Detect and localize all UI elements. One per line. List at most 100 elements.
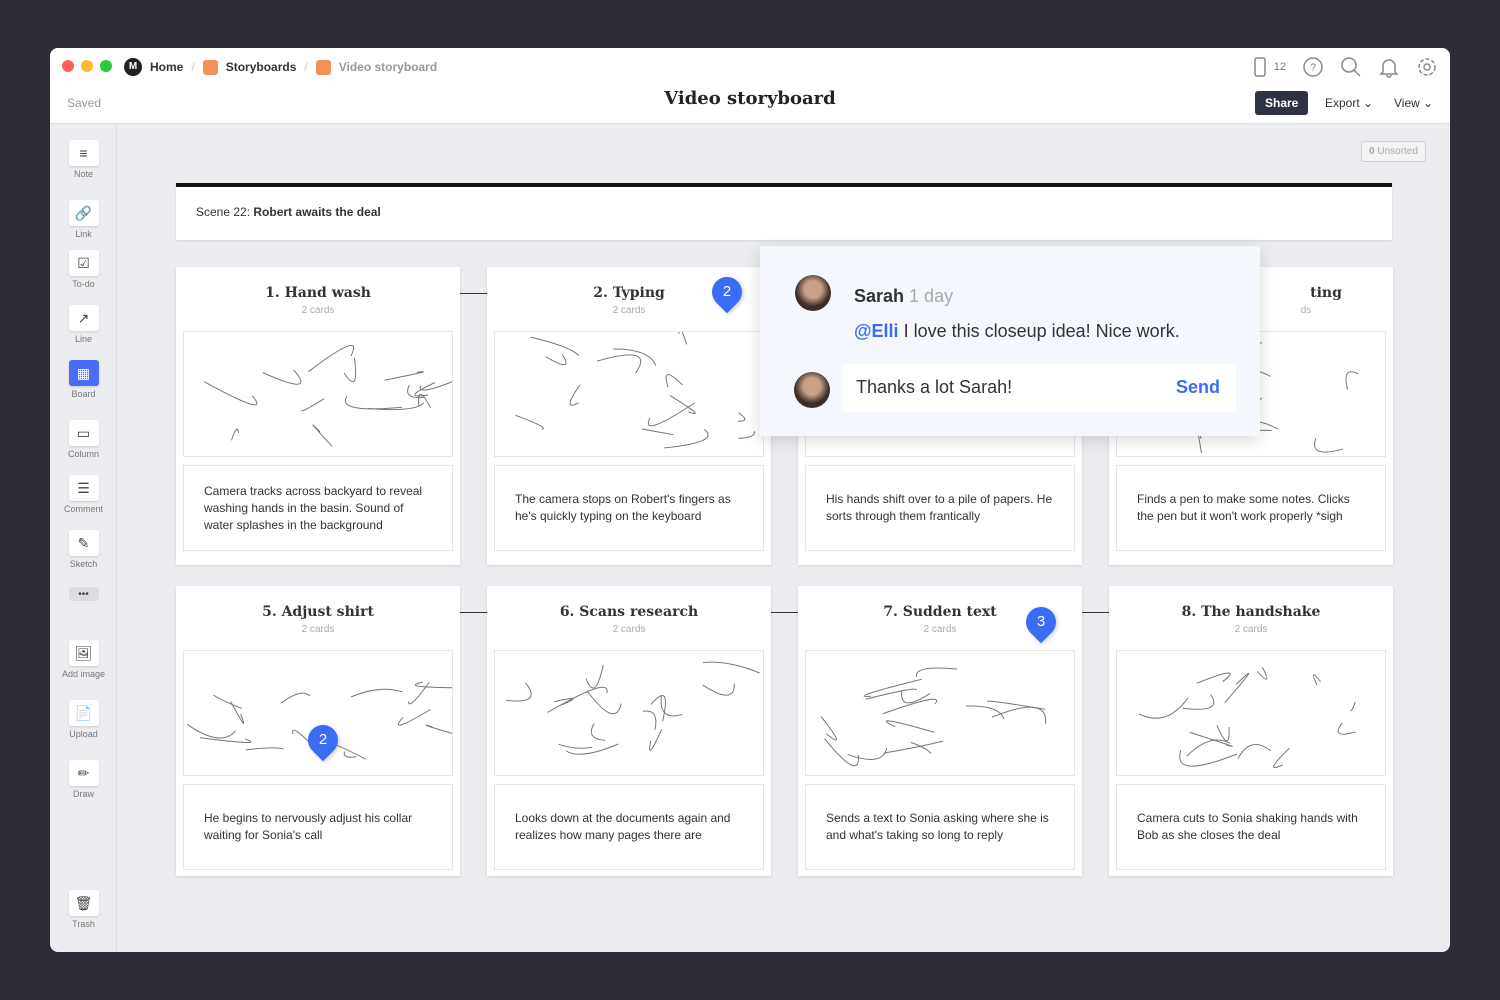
card-description[interactable]: Looks down at the documents again and re…	[494, 784, 764, 870]
device-button[interactable]: 12	[1249, 56, 1286, 78]
tool-label: Column	[50, 449, 117, 459]
tool-upload[interactable]: 📄 Upload	[50, 700, 117, 739]
close-dot[interactable]	[62, 60, 74, 72]
tool-label: Comment	[50, 504, 117, 514]
board-icon: ▦	[69, 360, 99, 386]
card-count: 2 cards	[487, 624, 771, 635]
minimize-dot[interactable]	[81, 60, 93, 72]
svg-text:?: ?	[1310, 62, 1316, 74]
bell-icon[interactable]	[1378, 56, 1400, 78]
tool-label: Line	[50, 334, 117, 344]
tool-column[interactable]: ▭ Column	[50, 420, 117, 459]
connector-line	[1082, 612, 1109, 613]
view-menu[interactable]: View ⌄	[1394, 96, 1433, 110]
tool-label: Add image	[50, 669, 117, 679]
tool-label: Board	[50, 389, 117, 399]
card-title: ting	[1259, 285, 1393, 301]
trash-icon: 🗑	[69, 890, 99, 916]
tool-comment[interactable]: ☰ Comment	[50, 475, 117, 514]
card-description[interactable]: Camera cuts to Sonia shaking hands with …	[1116, 784, 1386, 870]
sketch-image	[1116, 650, 1386, 776]
more-icon: •••	[69, 587, 99, 601]
card-description[interactable]: Camera tracks across backyard to reveal …	[183, 465, 453, 551]
tool-link[interactable]: 🔗 Link	[50, 200, 117, 239]
to-do-icon: ☑	[69, 250, 99, 276]
tool-label: Upload	[50, 729, 117, 739]
card-description[interactable]: His hands shift over to a pile of papers…	[805, 465, 1075, 551]
card-count: 2 cards	[176, 305, 460, 316]
line-icon: ↗	[69, 305, 99, 331]
tool-draw[interactable]: ✏ Draw	[50, 760, 117, 799]
card-description[interactable]: He begins to nervously adjust his collar…	[183, 784, 453, 870]
connector-line	[460, 293, 487, 294]
comment-badge[interactable]: 2	[706, 271, 748, 313]
card-title: 6. Scans research	[487, 604, 771, 620]
tool-line[interactable]: ↗ Line	[50, 305, 117, 344]
phone-icon	[1249, 56, 1271, 78]
card-title: 5. Adjust shirt	[176, 604, 460, 620]
draw-icon: ✏	[69, 760, 99, 786]
app-window: M Home / Storyboards / Video storyboard …	[50, 48, 1450, 952]
card-title: 8. The handshake	[1109, 604, 1393, 620]
tool-more[interactable]: •••	[50, 587, 117, 604]
breadcrumb: M Home / Storyboards / Video storyboard	[124, 58, 437, 76]
avatar	[794, 372, 830, 408]
reply-input[interactable]: Thanks a lot Sarah! Send	[842, 364, 1236, 412]
board-icon	[316, 60, 331, 75]
maximize-dot[interactable]	[100, 60, 112, 72]
gear-icon[interactable]	[1416, 56, 1438, 78]
breadcrumb-storyboards[interactable]: Storyboards	[226, 60, 297, 74]
sketch-icon: ✎	[69, 530, 99, 556]
comment-author: Sarah	[854, 286, 904, 306]
card-description[interactable]: Finds a pen to make some notes. Clicks t…	[1116, 465, 1386, 551]
column-icon: ▭	[69, 420, 99, 446]
card-count: 2 cards	[1109, 624, 1393, 635]
mention-link[interactable]: @Elli	[854, 321, 899, 341]
tool-label: Draw	[50, 789, 117, 799]
sketch-image	[494, 331, 764, 457]
tool-label: To-do	[50, 279, 117, 289]
tool-label: Link	[50, 229, 117, 239]
tool-to-do[interactable]: ☑ To-do	[50, 250, 117, 289]
comment-text: I love this closeup idea! Nice work.	[899, 321, 1180, 341]
storyboard-card[interactable]: 6. Scans research 2 cards Looks down at th…	[487, 586, 771, 876]
upload-icon: 📄	[69, 700, 99, 726]
tool-add-image[interactable]: 🖼 Add image	[50, 640, 117, 679]
tool-sketch[interactable]: ✎ Sketch	[50, 530, 117, 569]
scene-header[interactable]: Scene 22: Robert awaits the deal	[176, 183, 1392, 240]
card-title: 1. Hand wash	[176, 285, 460, 301]
connector-line	[460, 612, 487, 613]
unsorted-button[interactable]: 0 Unsorted	[1361, 141, 1426, 162]
tool-board[interactable]: ▦ Board	[50, 360, 117, 399]
share-button[interactable]: Share	[1255, 91, 1308, 115]
card-description[interactable]: Sends a text to Sonia asking where she i…	[805, 784, 1075, 870]
search-icon[interactable]	[1340, 56, 1362, 78]
card-description[interactable]: The camera stops on Robert's fingers as …	[494, 465, 764, 551]
breadcrumb-current: Video storyboard	[339, 60, 437, 74]
storyboard-card[interactable]: 1. Hand wash 2 cards Camera tracks across …	[176, 267, 460, 565]
link-icon: 🔗	[69, 200, 99, 226]
connector-line	[771, 612, 798, 613]
comment-icon: ☰	[69, 475, 99, 501]
send-button[interactable]: Send	[1176, 377, 1220, 398]
export-menu[interactable]: Export ⌄	[1325, 96, 1373, 110]
comment-popover: Sarah 1 day @Elli I love this closeup id…	[760, 246, 1260, 436]
note-icon: ≡	[69, 140, 99, 166]
avatar	[795, 275, 831, 311]
comment-badge[interactable]: 2	[302, 719, 344, 761]
tool-note[interactable]: ≡ Note	[50, 140, 117, 179]
comment-badge[interactable]: 3	[1020, 601, 1062, 643]
breadcrumb-home[interactable]: Home	[150, 60, 183, 74]
sketch-image	[805, 650, 1075, 776]
logo-icon: M	[124, 58, 142, 76]
page-title: Video storyboard	[50, 88, 1450, 109]
add-image-icon: 🖼	[69, 640, 99, 666]
help-icon[interactable]: ?	[1302, 56, 1324, 78]
storyboard-card[interactable]: 8. The handshake 2 cards Camera cuts to So…	[1109, 586, 1393, 876]
tool-trash[interactable]: 🗑 Trash	[50, 890, 117, 929]
board-icon	[203, 60, 218, 75]
toolbar-sidebar: ≡ Note 🔗 Link ☑ To-do ↗ Line ▦ Board ▭ Column ☰ Comme…	[50, 125, 117, 952]
tool-label: Sketch	[50, 559, 117, 569]
sketch-image	[183, 331, 453, 457]
tool-label: Note	[50, 169, 117, 179]
